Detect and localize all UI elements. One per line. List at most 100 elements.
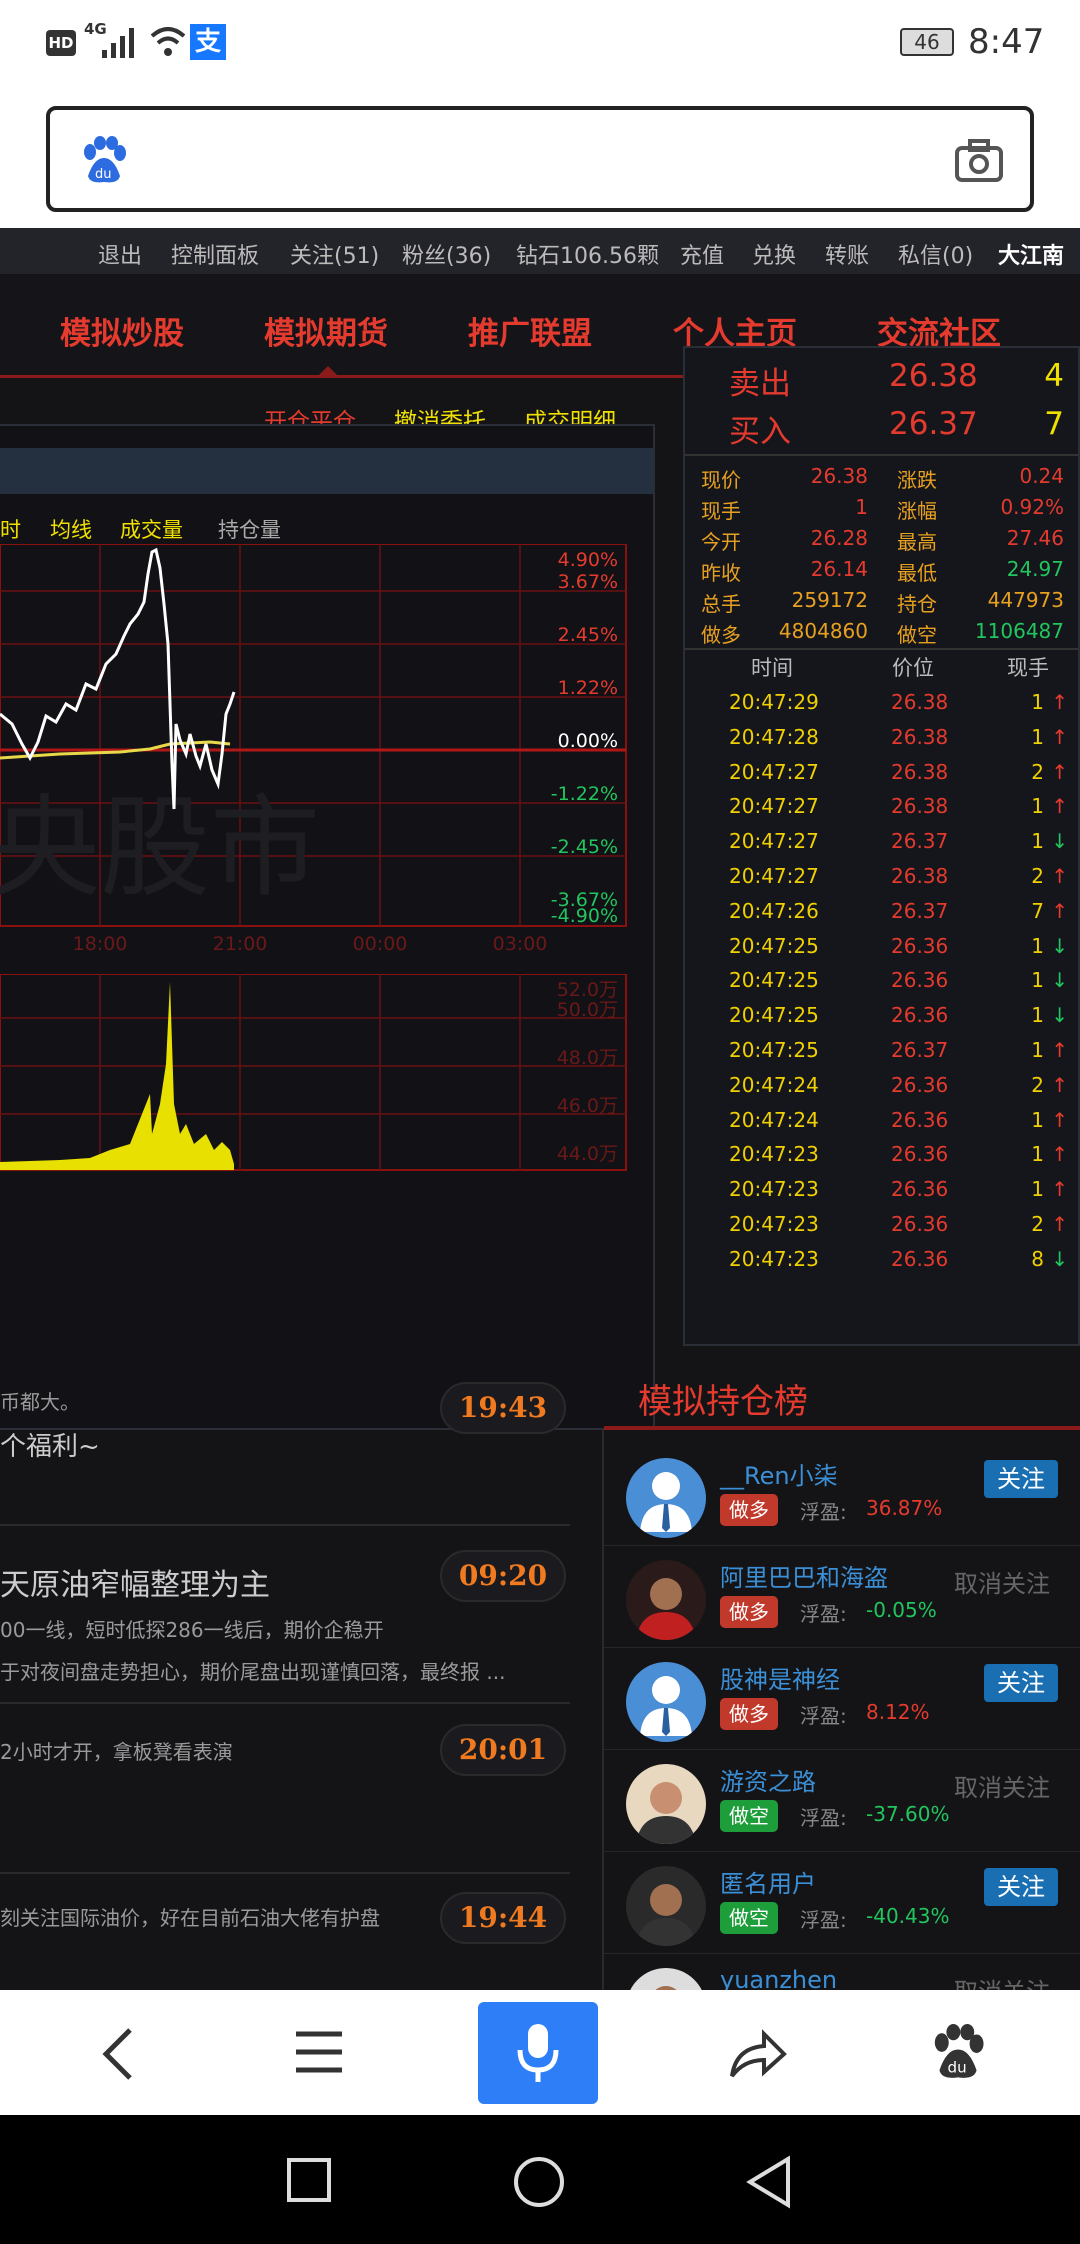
fans-link[interactable]: 粉丝(36) [402, 238, 491, 270]
ranking-item[interactable]: yuanzhen 取消关注 [604, 1952, 1080, 1990]
tab-time[interactable]: 时 [0, 514, 21, 544]
transfer-link[interactable]: 转账 [825, 238, 869, 270]
avatar[interactable] [626, 1764, 706, 1844]
stat-label: 涨幅 [897, 499, 937, 523]
ranking-item[interactable]: 游资之路 做空 浮盈: -37.60% 取消关注 [604, 1748, 1080, 1852]
follow-button[interactable]: 关注 [984, 1460, 1058, 1498]
trade-time: 20:47:28 [729, 724, 819, 749]
volume-area [0, 982, 234, 1170]
stat-value: 27.46 [1006, 526, 1064, 550]
stats-row: 总手 259172 持仓 447973 [685, 584, 1078, 616]
tick-label: 2.45% [558, 624, 618, 646]
clock: 8:47 [968, 22, 1045, 62]
position-tag: 做多 [720, 1494, 778, 1526]
stats-row: 今开 26.28 最高 27.46 [685, 522, 1078, 554]
avatar[interactable] [626, 1968, 706, 1990]
user-name[interactable]: 匿名用户 [720, 1864, 816, 1899]
profit-label: 浮盈: [800, 1908, 847, 1932]
follow-button[interactable]: 关注 [984, 1868, 1058, 1906]
trade-row: 20:47:23 26.36 2 ↑ [685, 1206, 1080, 1241]
user-name[interactable]: 股神是神经 [720, 1660, 840, 1695]
ranking-item[interactable]: 匿名用户 做空 浮盈: -40.43% 关注 [604, 1850, 1080, 1954]
trade-row: 20:47:25 26.37 1 ↑ [685, 1032, 1080, 1067]
username-link[interactable]: 大江南 [998, 238, 1064, 270]
unfollow-button[interactable]: 取消关注 [954, 1564, 1050, 1599]
follow-button[interactable]: 关注 [984, 1664, 1058, 1702]
recents-icon[interactable] [286, 2157, 332, 2203]
trade-price: 26.38 [891, 690, 949, 714]
profit-value: -0.05% [866, 1598, 937, 1622]
volume-tick: 44.0万 [557, 1143, 618, 1165]
buy-row[interactable]: 买入 26.37 7 [685, 406, 1078, 450]
ranking-item[interactable]: 阿里巴巴和海盗 做多 浮盈: -0.05% 取消关注 [604, 1544, 1080, 1648]
user-name[interactable]: 游资之路 [720, 1762, 816, 1797]
logout-link[interactable]: 退出 [98, 238, 142, 270]
avatar[interactable] [626, 1458, 706, 1538]
trade-qty: 1 [1031, 1177, 1044, 1202]
diamonds-link[interactable]: 钻石106.56颗 [516, 238, 659, 270]
trade-time: 20:47:23 [729, 1177, 819, 1202]
voice-search-button[interactable] [478, 2002, 598, 2104]
tab-average[interactable]: 均线 [50, 514, 92, 544]
exchange-link[interactable]: 兑换 [752, 238, 796, 270]
price-axis-labels: 4.90% 3.67% 2.45% 1.22% 0.00% -1.22% -2.… [551, 549, 618, 927]
trade-direction: ↑ [1051, 794, 1068, 819]
home-icon[interactable] [512, 2155, 566, 2209]
news-1-line1[interactable]: 币都大。 [0, 1386, 80, 1415]
recharge-link[interactable]: 充值 [680, 238, 724, 270]
trade-time: 20:47:25 [729, 933, 819, 958]
avatar[interactable] [626, 1662, 706, 1742]
trade-row: 20:47:27 26.38 2 ↑ [685, 858, 1080, 893]
nav-sim-futures[interactable]: 模拟期货 [264, 308, 388, 353]
trade-direction: ↓ [1051, 1003, 1068, 1028]
svg-text:du: du [948, 2059, 967, 2077]
alipay-icon: 支 [190, 24, 226, 60]
nav-sim-stocks[interactable]: 模拟炒股 [60, 308, 184, 353]
trade-row: 20:47:27 26.38 1 ↑ [685, 788, 1080, 823]
avatar[interactable] [626, 1866, 706, 1946]
stat-label: 今开 [701, 530, 741, 554]
share-icon[interactable] [728, 2026, 788, 2082]
user-name[interactable]: yuanzhen [720, 1966, 837, 1990]
status-bar: HD 4G 支 46 8:47 [0, 0, 1080, 86]
unfollow-button[interactable]: 取消关注 [954, 1768, 1050, 1803]
tab-volume[interactable]: 成交量 [120, 514, 183, 544]
stat-value: 24.97 [1006, 557, 1064, 581]
trade-direction: ↓ [1051, 1246, 1068, 1271]
user-avatar-icon [640, 1472, 692, 1532]
trade-row: 20:47:27 26.37 1 ↓ [685, 823, 1080, 858]
camera-icon[interactable] [954, 138, 1004, 184]
control-panel-link[interactable]: 控制面板 [171, 238, 259, 270]
search-input[interactable]: du [46, 106, 1034, 212]
back-icon[interactable] [96, 2024, 140, 2084]
tab-open-interest[interactable]: 持仓量 [218, 514, 281, 544]
profit-label: 浮盈: [800, 1500, 847, 1524]
buy-price: 26.37 [889, 406, 978, 442]
ranking-item[interactable]: __Ren小柒 做多 浮盈: 36.87% 关注 [604, 1442, 1080, 1546]
messages-link[interactable]: 私信(0) [898, 238, 973, 270]
nav-promotion[interactable]: 推广联盟 [468, 308, 592, 353]
trade-qty: 1 [1031, 829, 1044, 854]
following-link[interactable]: 关注(51) [290, 238, 379, 270]
trade-qty: 1 [1031, 933, 1044, 958]
menu-icon[interactable] [294, 2028, 344, 2078]
header-time: 时间 [751, 656, 793, 680]
back-nav-icon[interactable] [744, 2155, 794, 2209]
ranking-item[interactable]: 股神是神经 做多 浮盈: 8.12% 关注 [604, 1646, 1080, 1750]
avatar[interactable] [626, 1560, 706, 1640]
trade-time: 20:47:23 [729, 1212, 819, 1236]
trade-time: 20:47:23 [729, 1142, 819, 1167]
trade-price: 26.36 [891, 1177, 949, 1202]
profit-label: 浮盈: [800, 1704, 847, 1728]
trade-row: 20:47:25 26.36 1 ↓ [685, 962, 1080, 997]
user-name[interactable]: __Ren小柒 [720, 1456, 838, 1491]
trade-qty: 2 [1031, 864, 1044, 888]
user-name[interactable]: 阿里巴巴和海盗 [720, 1558, 888, 1593]
profit-value: 8.12% [866, 1700, 930, 1724]
baidu-paw-icon[interactable]: du [930, 2024, 986, 2082]
sell-row[interactable]: 卖出 26.38 4 [685, 358, 1078, 402]
unfollow-button[interactable]: 取消关注 [954, 1972, 1050, 1990]
volume-chart[interactable]: 52.0万 50.0万 48.0万 46.0万 44.0万 [0, 974, 630, 1174]
profit-label: 浮盈: [800, 1806, 847, 1830]
price-chart[interactable]: 央股市 4.90% 3.67% 2.45% 1.22% 0.00% -1.22%… [0, 544, 630, 1028]
